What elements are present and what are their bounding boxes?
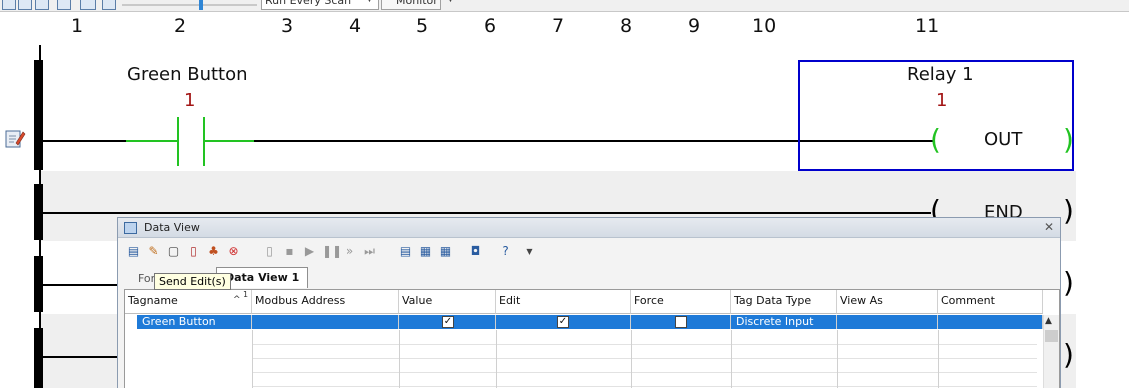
column-number: 8 — [620, 15, 633, 37]
rung-wire — [41, 140, 126, 142]
chevron-down-icon[interactable]: ▼ — [447, 0, 454, 4]
tooltip: Send Edit(s) — [154, 273, 231, 290]
contact-value: 1 — [184, 90, 196, 111]
grid-icon — [124, 222, 137, 234]
pause-icon[interactable]: ❚❚ — [322, 244, 342, 259]
column-number: 9 — [688, 15, 701, 37]
zoom-slider[interactable] — [122, 4, 257, 6]
column-header-comment[interactable]: Comment — [938, 290, 1043, 314]
toolbar-icon[interactable] — [35, 0, 49, 10]
contact-tag-label[interactable]: Green Button — [127, 64, 248, 85]
coil-left-paren: ( — [930, 123, 941, 156]
col-divider — [252, 330, 253, 388]
col-divider — [837, 330, 838, 388]
edit-checkbox[interactable]: ✓ — [557, 316, 569, 328]
column-number: 5 — [416, 15, 429, 37]
help-icon[interactable]: ? — [498, 244, 513, 259]
column-number: 3 — [281, 15, 294, 37]
edit-rung-icon[interactable] — [4, 128, 26, 150]
energized-wire — [126, 140, 178, 142]
energized-wire — [204, 140, 254, 142]
col-divider — [938, 330, 939, 388]
col-divider — [631, 330, 632, 388]
column-number: 11 — [915, 15, 940, 37]
row-divider — [252, 358, 1037, 359]
cell-modbus[interactable] — [252, 315, 399, 329]
rung-wire — [41, 284, 121, 286]
cell-view-as[interactable] — [837, 315, 938, 329]
power-rail-line — [39, 45, 41, 388]
cell-tagname[interactable]: Green Button — [137, 315, 252, 329]
cell-comment[interactable] — [938, 315, 1043, 329]
window-icon[interactable]: ◘ — [468, 244, 483, 259]
rung-wire — [41, 356, 121, 358]
ladder-editor: Run Every Scan ▼ Monitor ▼ 1234567891011… — [0, 0, 1129, 388]
coil-tag-label[interactable]: Relay 1 — [907, 64, 974, 85]
end-right-paren: ) — [1063, 194, 1074, 227]
row-divider — [252, 372, 1037, 373]
column-header-edit[interactable]: Edit — [496, 290, 631, 314]
save-icon[interactable]: ▪ — [282, 244, 297, 259]
sort-indicator: 1 — [243, 290, 249, 299]
cell-type[interactable]: Discrete Input — [731, 315, 837, 329]
chevron-down-icon[interactable]: ▼ — [366, 0, 373, 4]
column-header-force[interactable]: Force — [631, 290, 731, 314]
sort-ascending-icon: ^ — [233, 295, 241, 305]
chevron-down-icon[interactable]: ▼ — [522, 244, 537, 259]
force-icon[interactable]: ♣ — [206, 244, 221, 259]
grid-icon[interactable]: ▦ — [438, 244, 453, 259]
main-toolbar: Run Every Scan ▼ Monitor ▼ — [0, 0, 1129, 12]
value-checkbox[interactable]: ✓ — [442, 316, 454, 328]
column-header-modbus[interactable]: Modbus Address — [252, 290, 399, 314]
column-number: 4 — [349, 15, 362, 37]
step-icon[interactable]: ⏭ — [362, 244, 377, 259]
scroll-up-icon[interactable]: ▲ — [1045, 316, 1052, 326]
contact-left-bar — [177, 117, 179, 166]
toolbar-icon[interactable] — [57, 0, 71, 10]
coil-instruction: OUT — [984, 129, 1023, 150]
select-icon[interactable]: ▢ — [166, 244, 181, 259]
table-icon[interactable]: ▤ — [398, 244, 413, 259]
data-view-titlebar[interactable]: Data View — [118, 218, 1060, 238]
zoom-slider-thumb[interactable] — [198, 0, 203, 10]
send-edits-icon[interactable]: ✎ — [146, 244, 161, 259]
force-checkbox[interactable] — [675, 316, 687, 328]
monitor-button[interactable]: Monitor — [381, 0, 441, 10]
row-divider — [252, 344, 1037, 345]
column-number: 7 — [552, 15, 565, 37]
add-tag-icon[interactable]: ▤ — [126, 244, 141, 259]
fast-forward-icon[interactable]: » — [342, 244, 357, 259]
data-view-window[interactable]: Data View ✕ ▤ ✎ ▢ ▯ ♣ ⊗ ▯ ▪ ▶ ❚❚ » ⏭ ▤ ▦… — [117, 217, 1061, 388]
column-number: 10 — [752, 15, 777, 37]
coil-right-paren: ) — [1063, 338, 1074, 371]
delete-tag-icon[interactable]: ▯ — [186, 244, 201, 259]
new-icon[interactable]: ▯ — [262, 244, 277, 259]
scrollbar-thumb[interactable] — [1045, 330, 1058, 342]
column-header-value[interactable]: Value — [399, 290, 496, 314]
play-icon[interactable]: ▶ — [302, 244, 317, 259]
coil-value: 1 — [936, 90, 948, 111]
toolbar-icon[interactable] — [80, 0, 96, 10]
row-divider — [252, 386, 1037, 387]
data-view-grid[interactable]: Tagname 1 ^ Modbus Address Value Edit Fo… — [124, 289, 1060, 388]
chart-icon[interactable]: ▦ — [418, 244, 433, 259]
scan-mode-select[interactable]: Run Every Scan — [261, 0, 379, 10]
column-header-type[interactable]: Tag Data Type — [731, 290, 837, 314]
col-divider — [399, 330, 400, 388]
column-number: 6 — [484, 15, 497, 37]
col-divider — [731, 330, 732, 388]
column-number: 1 — [71, 15, 84, 37]
close-icon[interactable]: ✕ — [1044, 220, 1054, 234]
coil-right-paren: ) — [1063, 266, 1074, 299]
column-header-view-as[interactable]: View As — [837, 290, 938, 314]
col-divider — [496, 330, 497, 388]
column-number: 2 — [174, 15, 187, 37]
toolbar-icon[interactable] — [18, 0, 32, 10]
coil-right-paren: ) — [1063, 123, 1074, 156]
stop-icon[interactable]: ⊗ — [226, 244, 241, 259]
rung-wire — [41, 212, 931, 214]
toolbar-icon[interactable] — [102, 0, 116, 10]
toolbar-icon[interactable] — [2, 0, 16, 10]
data-view-toolbar: ▤ ✎ ▢ ▯ ♣ ⊗ ▯ ▪ ▶ ❚❚ » ⏭ ▤ ▦ ▦ ◘ ? ▼ — [118, 239, 1060, 265]
